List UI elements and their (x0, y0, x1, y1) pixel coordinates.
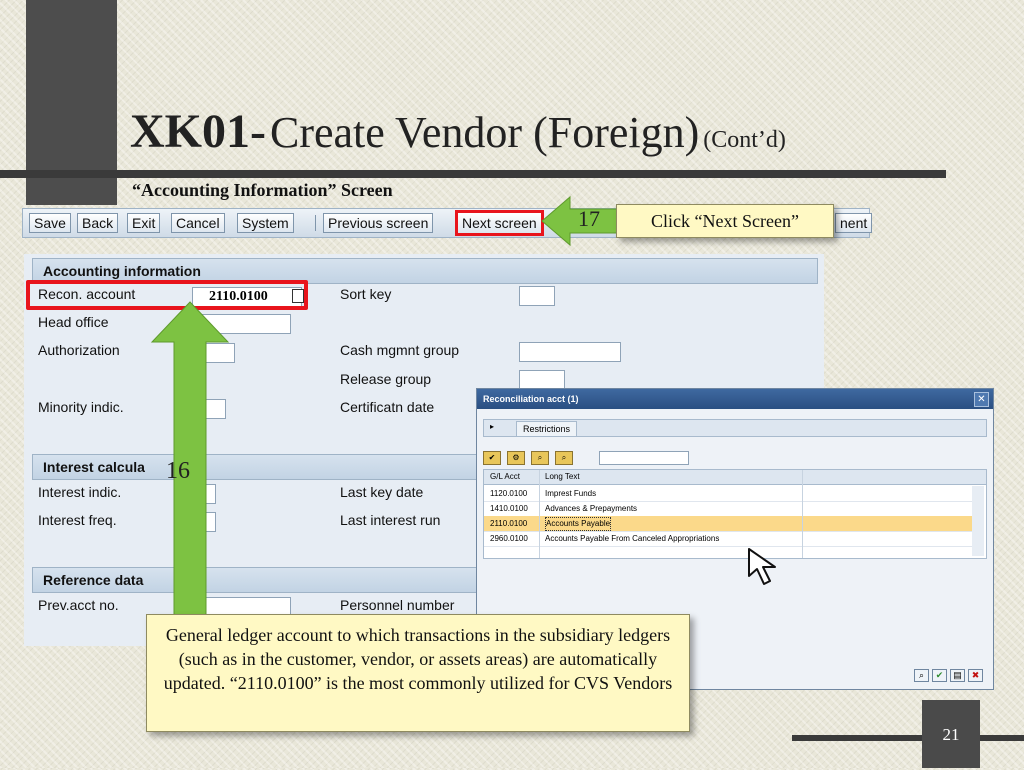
col-long-text: Long Text (545, 472, 580, 481)
minority-indic-label: Minority indic. (38, 399, 124, 415)
slide-rule-top (0, 170, 946, 178)
popup-search-input[interactable] (599, 451, 689, 465)
interest-indic-label: Interest indic. (38, 484, 122, 500)
cash-group-label: Cash mgmnt group (340, 342, 460, 358)
popup-footer: ⌕ ✔ ▤ ✖ (911, 665, 983, 683)
sort-key-field[interactable] (519, 286, 555, 306)
table-row[interactable]: 1120.0100 Imprest Funds (484, 486, 974, 502)
save-button[interactable]: Save (29, 213, 71, 233)
cancel-icon[interactable]: ✖ (968, 669, 983, 682)
choose-icon[interactable]: ✔ (483, 451, 501, 465)
column-divider (802, 470, 803, 558)
previous-screen-button[interactable]: Previous screen (323, 213, 434, 233)
exit-button[interactable]: Exit (127, 213, 161, 233)
head-office-label: Head office (38, 314, 109, 330)
row-gl: 2110.0100 (490, 519, 528, 528)
interest-freq-label: Interest freq. (38, 512, 117, 528)
row-gl: 1120.0100 (490, 489, 528, 498)
slide-title: XK01- Create Vendor (Foreign) (Cont’d) (130, 104, 786, 159)
gl-account-table: G/L Acct Long Text 1120.0100 Imprest Fun… (483, 469, 987, 559)
prev-acct-label: Prev.acct no. (38, 597, 119, 613)
table-row-selected[interactable]: 2110.0100 Accounts Payable (484, 516, 974, 532)
last-key-date-label: Last key date (340, 484, 424, 500)
toolbar-separator (315, 215, 316, 231)
title-suffix: (Cont’d) (703, 127, 786, 153)
column-divider (539, 470, 540, 558)
system-menu-button[interactable]: System (237, 213, 294, 233)
find-icon[interactable]: ⌕ (531, 451, 549, 465)
table-header: G/L Acct Long Text (484, 470, 986, 485)
close-icon[interactable]: ✕ (974, 392, 989, 407)
up-arrow-icon (150, 301, 230, 639)
row-text: Advances & Prepayments (545, 504, 638, 513)
step-17-label: 17 (578, 206, 600, 231)
row-gl: 2960.0100 (490, 534, 528, 543)
binoculars-icon[interactable]: ⌕ (914, 669, 929, 682)
release-group-field[interactable] (519, 370, 565, 390)
row-gl: 1410.0100 (490, 504, 528, 513)
slide-subtitle: “Accounting Information” Screen (132, 180, 393, 200)
toolbar-button-partial[interactable]: nent (835, 213, 873, 233)
find-next-icon[interactable]: ⌕ (555, 451, 573, 465)
table-scrollbar[interactable] (972, 486, 984, 556)
certificate-date-label: Certificatn date (340, 399, 435, 415)
step-16-label: 16 (166, 458, 190, 484)
print-icon[interactable]: ▤ (950, 669, 965, 682)
next-screen-button[interactable]: Next screen (455, 210, 544, 236)
row-text: Accounts Payable (545, 517, 612, 531)
restrictions-tab[interactable]: Restrictions (516, 421, 578, 437)
cash-group-field[interactable] (519, 342, 621, 362)
popup-title: Reconciliation acct (1) (477, 389, 993, 409)
table-row[interactable]: 2960.0100 Accounts Payable From Canceled… (484, 531, 974, 547)
slide-number: 21 (922, 700, 980, 768)
expand-triangle-icon[interactable]: ▸ (490, 422, 494, 431)
back-button[interactable]: Back (77, 213, 119, 233)
click-next-callout: Click “Next Screen” (616, 204, 834, 238)
authorization-label: Authorization (38, 342, 120, 358)
sort-key-label: Sort key (340, 286, 392, 302)
col-gl-acct: G/L Acct (490, 472, 520, 481)
last-interest-run-label: Last interest run (340, 512, 441, 528)
row-text: Imprest Funds (545, 489, 597, 498)
popup-toolbar: ✔ ⚙ ⌕ ⌕ (483, 451, 987, 467)
release-group-label: Release group (340, 371, 432, 387)
cursor-arrow-icon (748, 548, 776, 585)
info-icon[interactable]: ⚙ (507, 451, 525, 465)
row-text: Accounts Payable From Canceled Appropria… (545, 534, 720, 543)
slide-rule-bottom (792, 735, 1024, 741)
table-row[interactable]: 1410.0100 Advances & Prepayments (484, 501, 974, 517)
check-icon[interactable]: ✔ (932, 669, 947, 682)
restrictions-bar: ▸ Restrictions (483, 419, 987, 437)
cancel-button[interactable]: Cancel (171, 213, 225, 233)
explanation-callout: General ledger account to which transact… (146, 614, 690, 732)
title-main: Create Vendor (Foreign) (269, 108, 700, 157)
title-code: XK01- (130, 105, 266, 158)
personnel-number-label: Personnel number (340, 597, 455, 613)
